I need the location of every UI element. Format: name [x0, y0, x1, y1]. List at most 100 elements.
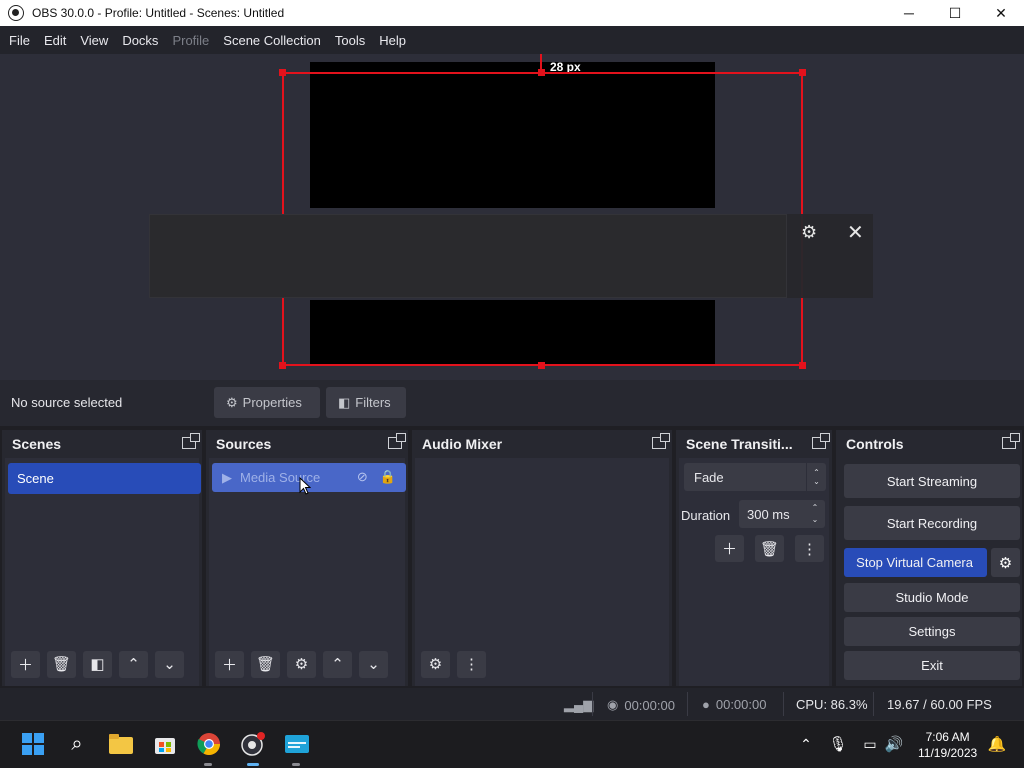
properties-button[interactable]: ⚙ Properties — [214, 387, 320, 418]
move-down-button[interactable]: ⌄ — [155, 650, 184, 678]
controls-header: Controls — [836, 430, 1022, 458]
network-icon[interactable]: ▭ — [857, 731, 883, 757]
more-options-icon[interactable]: ⋮ — [795, 535, 824, 562]
settings-button[interactable]: Settings — [844, 617, 1020, 646]
maximize-button[interactable]: ☐ — [932, 0, 978, 26]
window-controls: ─ ☐ ✕ — [886, 0, 1024, 26]
stop-virtual-camera-button[interactable]: Stop Virtual Camera — [844, 548, 987, 577]
undock-icon[interactable] — [388, 433, 406, 449]
running-app-indicator — [204, 763, 212, 766]
status-divider — [783, 692, 784, 716]
notification-bell-icon[interactable]: 🔔 — [984, 731, 1010, 757]
signal-icon: ▂▄▆ — [564, 697, 594, 712]
trash-icon[interactable]: 🗑 — [47, 650, 76, 678]
resize-handle-top-left[interactable] — [279, 69, 286, 76]
filters-button[interactable]: ◧ Filters — [326, 387, 406, 418]
microphone-icon[interactable]: 🎙 — [825, 731, 851, 757]
menu-help[interactable]: Help — [372, 33, 413, 48]
obs-logo-icon — [8, 5, 24, 21]
menu-docks[interactable]: Docks — [115, 33, 165, 48]
gear-icon[interactable]: ⚙ — [287, 650, 316, 678]
close-button[interactable]: ✕ — [978, 0, 1024, 26]
resize-handle-bottom[interactable] — [538, 362, 545, 369]
scenes-toolbar: ＋ 🗑 ◧ ⌃ ⌄ — [5, 642, 199, 686]
resize-handle-bottom-right[interactable] — [799, 362, 806, 369]
scenes-dock: Scenes Scene ＋ 🗑 ◧ ⌃ ⌄ — [2, 430, 202, 686]
menu-view[interactable]: View — [73, 33, 115, 48]
gear-icon: ⚙ — [226, 394, 238, 410]
resize-handle-top-right[interactable] — [799, 69, 806, 76]
status-bar: ▂▄▆ ◉ 00:00:00 ● 00:00:00 CPU: 86.3% 19.… — [0, 688, 1024, 720]
start-recording-button[interactable]: Start Recording — [844, 506, 1020, 540]
chrome-icon[interactable] — [196, 731, 222, 757]
scene-filters-icon[interactable]: ◧ — [83, 650, 112, 678]
status-divider — [873, 692, 874, 716]
sources-title: Sources — [216, 436, 272, 452]
store-icon[interactable] — [152, 731, 178, 757]
gear-icon[interactable]: ⚙ — [801, 222, 817, 243]
close-icon[interactable]: ✕ — [847, 220, 864, 245]
transitions-header: Scene Transiti... — [676, 430, 832, 458]
menu-scene-collection[interactable]: Scene Collection — [216, 33, 328, 48]
play-icon: ▶ — [222, 469, 232, 485]
move-down-button[interactable]: ⌄ — [359, 650, 388, 678]
media-controls-overlay: ⚙ ✕ — [149, 214, 873, 298]
studio-mode-button[interactable]: Studio Mode — [844, 583, 1020, 612]
menu-tools[interactable]: Tools — [328, 33, 372, 48]
menu-file[interactable]: File — [2, 33, 37, 48]
undock-icon[interactable] — [812, 433, 830, 449]
undock-icon[interactable] — [182, 433, 200, 449]
list-item[interactable]: Scene — [8, 463, 201, 494]
transitions-body: Fade ⌃ ⌄ Duration 300 ms ⌃ ⌄ ＋ 🗑 ⋮ — [679, 458, 829, 686]
transition-select[interactable]: Fade ⌃ ⌄ — [684, 463, 826, 491]
status-divider — [687, 692, 688, 716]
app-window-icon[interactable] — [284, 731, 310, 757]
transition-select-value: Fade — [694, 469, 724, 485]
clock[interactable]: 7:06 AM 11/19/2023 — [918, 729, 977, 761]
menu-profile[interactable]: Profile — [165, 33, 216, 48]
scenes-header: Scenes — [2, 430, 202, 458]
gear-icon[interactable]: ⚙ — [421, 650, 450, 678]
search-icon[interactable]: ⌕ — [64, 731, 90, 757]
record-icon: ● — [702, 697, 710, 712]
obs-taskbar-icon[interactable] — [240, 731, 266, 757]
scenes-title: Scenes — [12, 436, 62, 452]
chevron-up-icon[interactable]: ⌃ — [793, 731, 819, 757]
trash-icon[interactable]: 🗑 — [251, 650, 280, 678]
minimize-button[interactable]: ─ — [886, 0, 932, 26]
windows-start-icon[interactable] — [20, 731, 46, 757]
stream-status: ◉ 00:00:00 — [607, 697, 675, 713]
start-streaming-button[interactable]: Start Streaming — [844, 464, 1020, 498]
transitions-title: Scene Transiti... — [686, 436, 793, 452]
duration-label: Duration — [681, 508, 731, 523]
move-up-button[interactable]: ⌃ — [323, 650, 352, 678]
duration-input[interactable]: 300 ms ⌃ ⌄ — [739, 500, 825, 528]
undock-icon[interactable] — [1002, 433, 1020, 449]
undock-icon[interactable] — [652, 433, 670, 449]
filters-label: Filters — [355, 395, 391, 410]
visibility-hidden-icon[interactable]: ⊘ — [357, 469, 368, 485]
stream-icon: ◉ — [607, 697, 619, 712]
exit-button[interactable]: Exit — [844, 651, 1020, 680]
stream-time: 00:00:00 — [624, 697, 675, 713]
preview-canvas[interactable]: 28 px ⚙ ✕ — [0, 54, 1024, 380]
resize-handle-top[interactable] — [538, 69, 545, 76]
lock-icon[interactable]: 🔒 — [380, 469, 396, 485]
menu-edit[interactable]: Edit — [37, 33, 73, 48]
controls-dock: Controls Start Streaming Start Recording… — [836, 430, 1022, 686]
add-source-button[interactable]: ＋ — [215, 650, 244, 678]
file-explorer-icon[interactable] — [108, 731, 134, 757]
stepper-icon[interactable]: ⌃ ⌄ — [805, 500, 825, 528]
add-transition-button[interactable]: ＋ — [715, 535, 744, 562]
move-up-button[interactable]: ⌃ — [119, 650, 148, 678]
resize-handle-bottom-left[interactable] — [279, 362, 286, 369]
trash-icon[interactable]: 🗑 — [755, 535, 784, 562]
audio-mixer-dock: Audio Mixer ⚙ ⋮ — [412, 430, 672, 686]
more-options-icon[interactable]: ⋮ — [457, 650, 486, 678]
clock-date: 11/19/2023 — [918, 746, 978, 760]
sources-dock: Sources ▶ Media Source ⊘ 🔒 ＋ 🗑 ⚙ ⌃ ⌄ — [206, 430, 408, 686]
gear-icon[interactable]: ⚙ — [991, 548, 1020, 577]
add-scene-button[interactable]: ＋ — [11, 650, 40, 678]
media-controls-area[interactable] — [149, 214, 787, 298]
volume-icon[interactable]: 🔊 — [881, 731, 907, 757]
